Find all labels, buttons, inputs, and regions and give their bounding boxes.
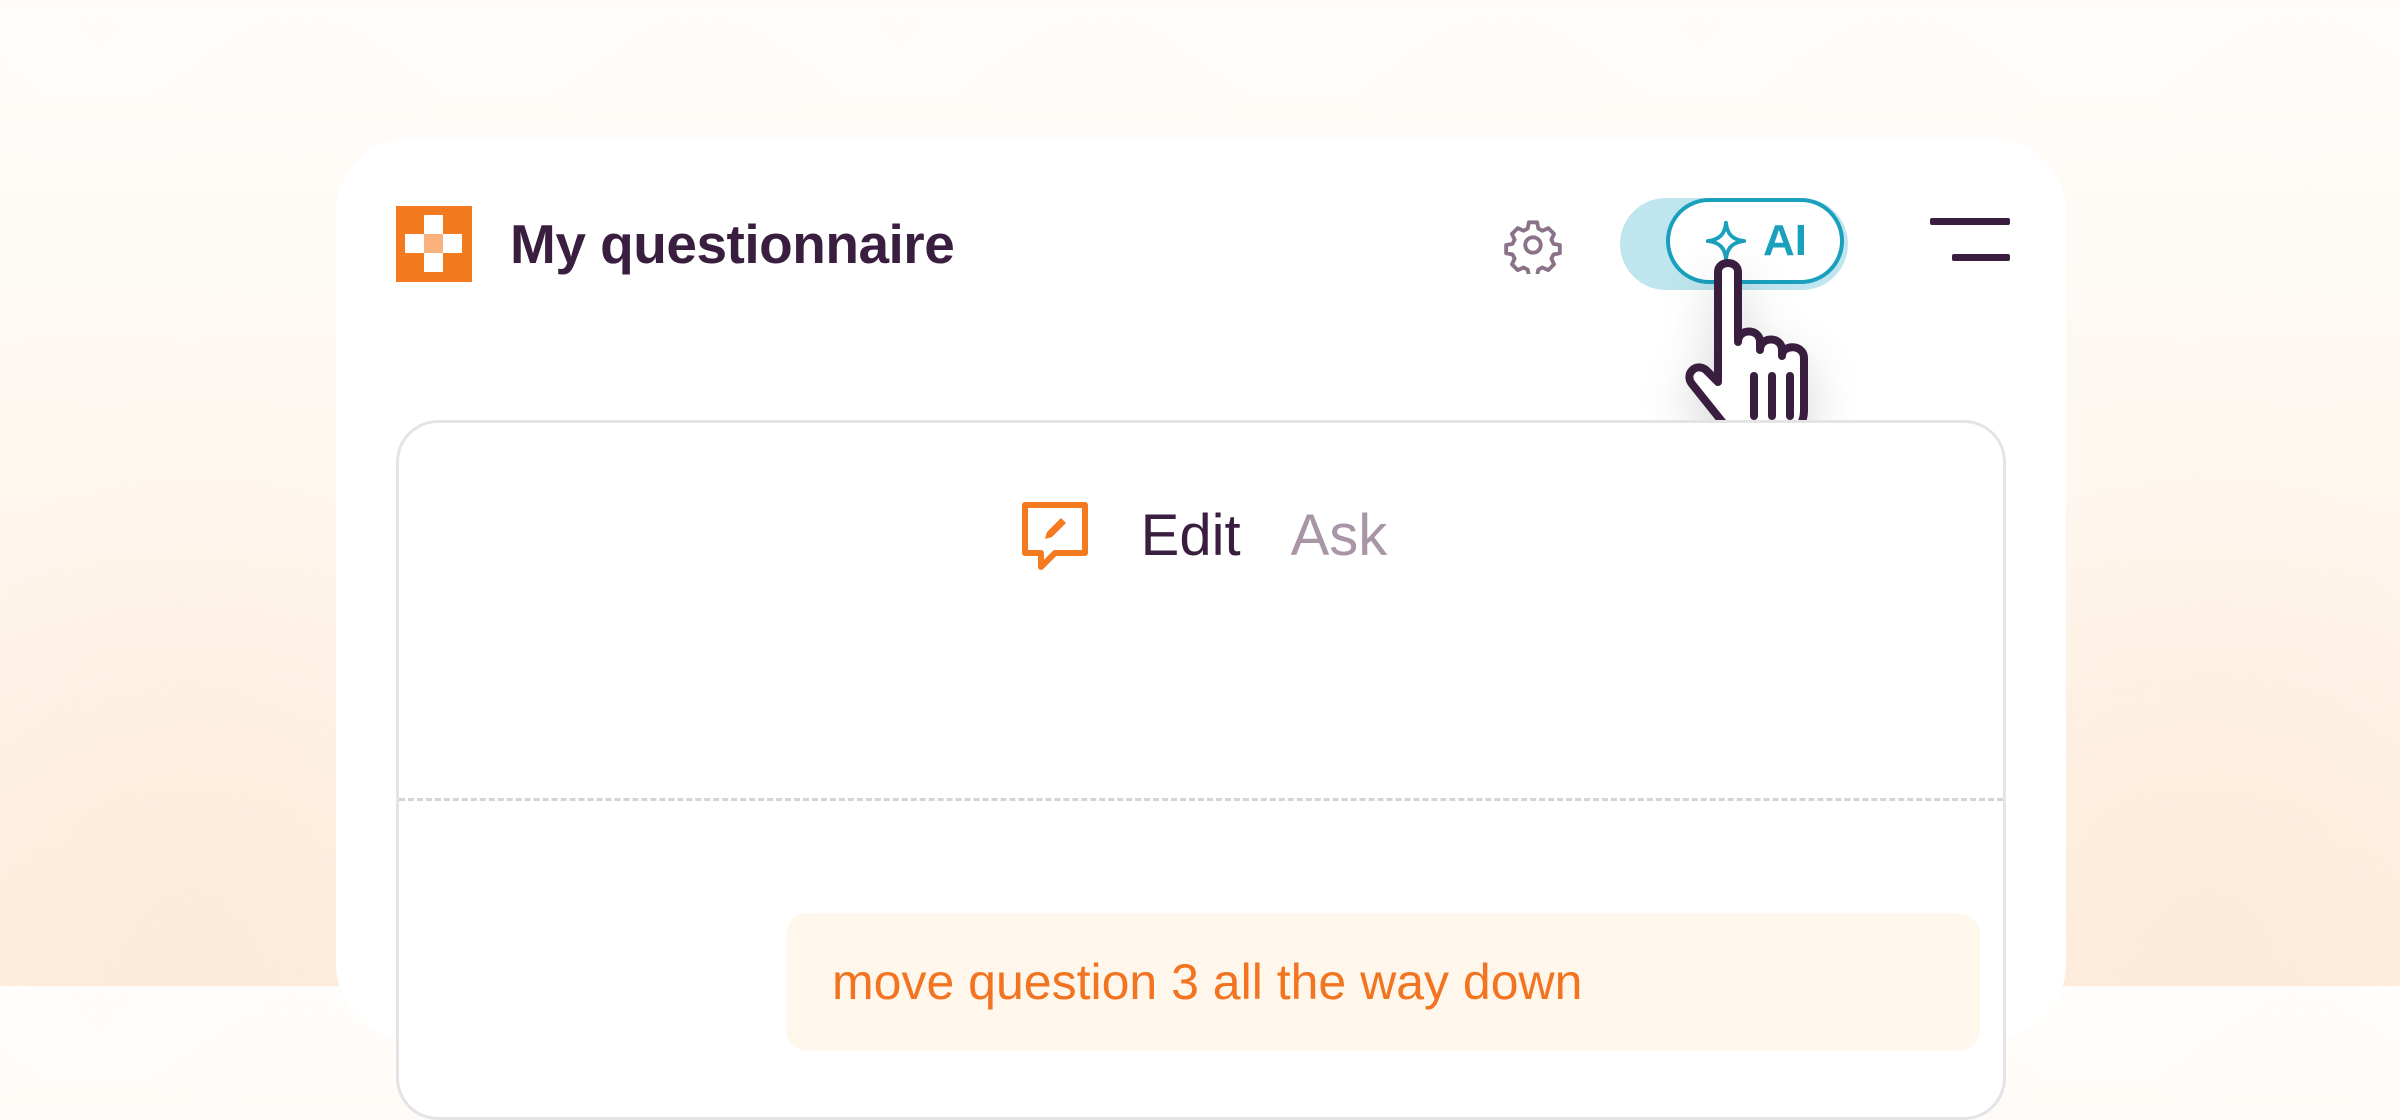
chat-edit-icon bbox=[1021, 502, 1088, 570]
settings-button[interactable] bbox=[1504, 216, 1562, 278]
ai-chat-panel: Edit Ask move question 3 all the way dow… bbox=[396, 420, 2006, 1120]
menu-button[interactable] bbox=[1926, 218, 2010, 268]
ai-toggle-button[interactable]: AI bbox=[1666, 198, 1844, 284]
mode-tabs: Edit Ask bbox=[399, 495, 2003, 575]
app-window: My questionnaire AI Edit Ask move questi… bbox=[336, 138, 2066, 1120]
brand-logo-icon bbox=[396, 206, 472, 282]
tab-ask[interactable]: Ask bbox=[1291, 502, 1388, 569]
user-message: move question 3 all the way down bbox=[786, 913, 1980, 1051]
page-title: My questionnaire bbox=[510, 213, 955, 275]
tab-edit[interactable]: Edit bbox=[1141, 502, 1241, 569]
ai-toggle-label: AI bbox=[1763, 216, 1807, 265]
sparkle-icon bbox=[1705, 220, 1747, 262]
divider bbox=[399, 798, 2003, 801]
gear-icon bbox=[1504, 220, 1562, 278]
hamburger-menu-icon bbox=[1930, 218, 2010, 225]
message-text: move question 3 all the way down bbox=[832, 954, 1583, 1010]
